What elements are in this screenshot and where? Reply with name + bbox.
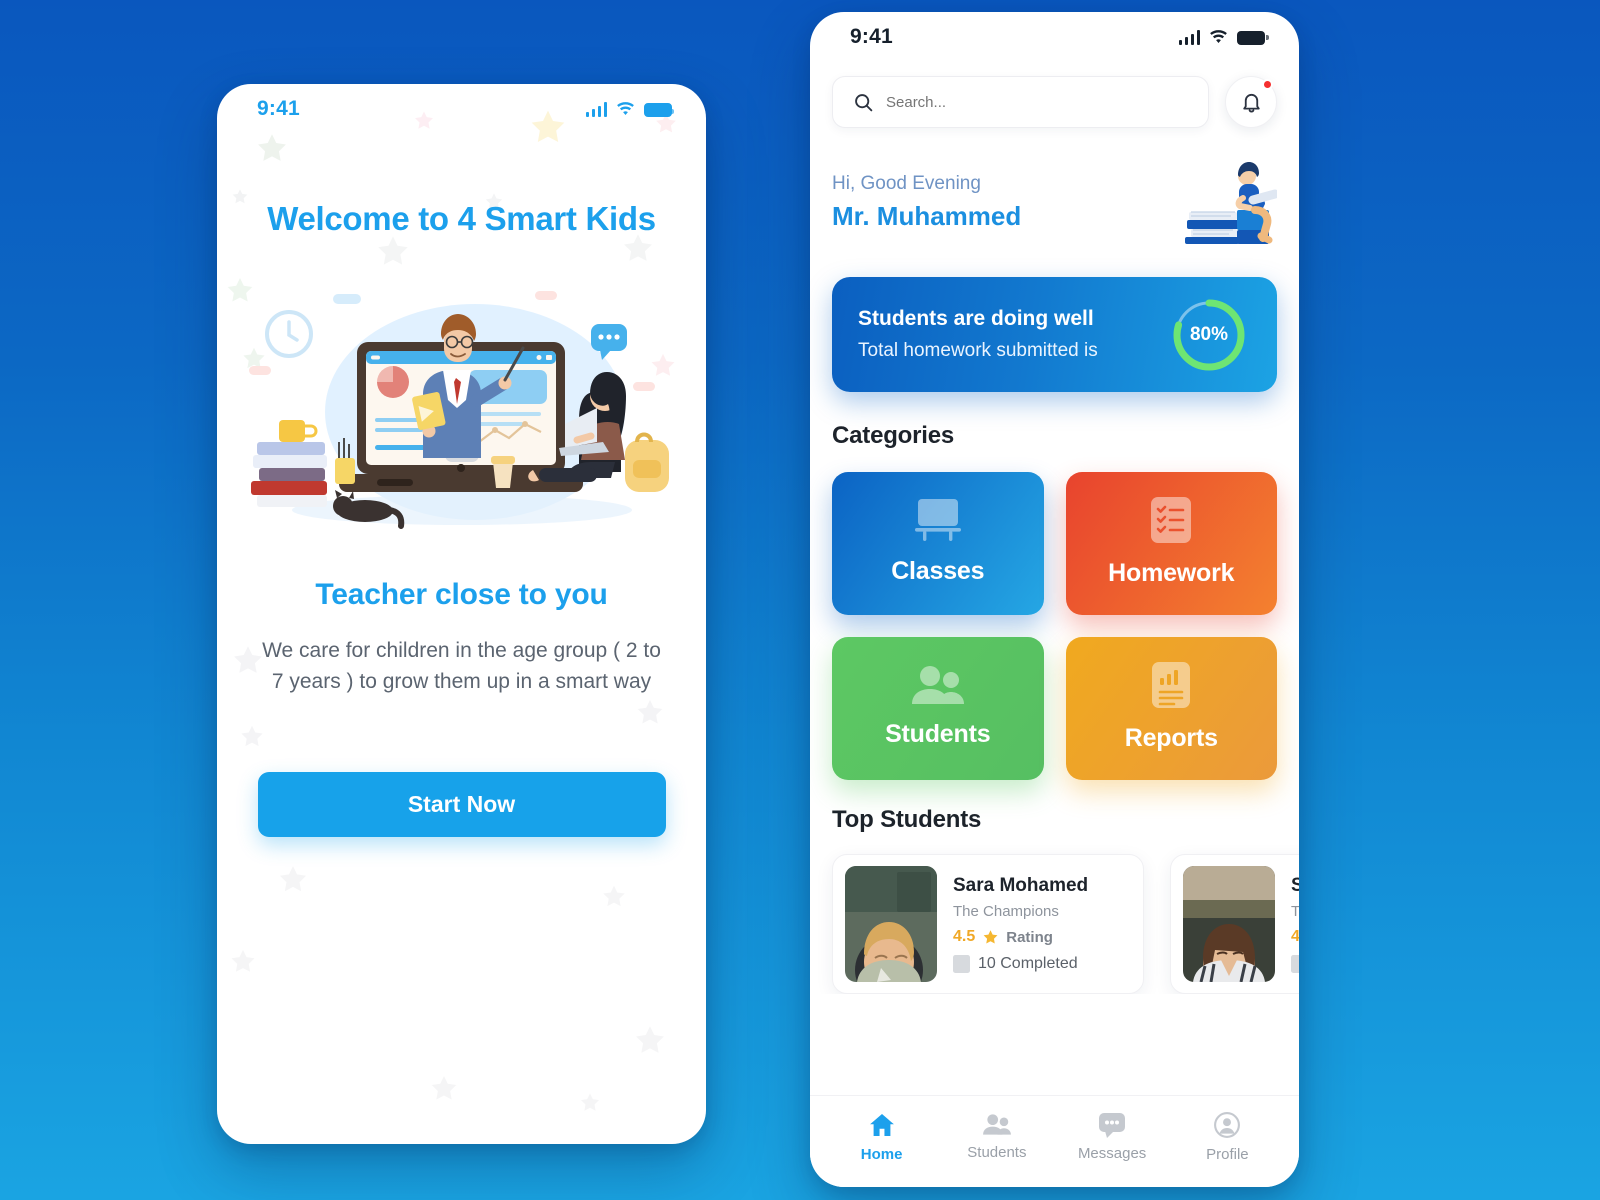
student-photo — [845, 866, 937, 982]
completed-label: 10 Completed — [978, 955, 1078, 972]
rating-value: 4.5 — [953, 928, 976, 945]
category-tile-classes[interactable]: Classes — [832, 472, 1044, 615]
whiteboard-icon — [912, 497, 964, 548]
welcome-phone-screen: 9:41 Welcome to 4 Smart Kids Teacher clo… — [217, 84, 706, 1144]
chat-icon — [1099, 1112, 1126, 1138]
status-bar: 9:41 — [810, 12, 1299, 62]
student-team: The Champions — [1291, 903, 1299, 920]
checklist-icon — [1148, 495, 1194, 550]
top-students-list[interactable]: Sara Mohamed The Champions 4.5 Rating 10… — [810, 834, 1299, 994]
student-rating: 4.5 Rating — [1291, 928, 1299, 946]
student-card[interactable]: Sara Mohamed The Champions 4.5 Rating 10… — [832, 854, 1144, 994]
tab-label: Home — [860, 1145, 903, 1163]
search-input[interactable] — [886, 93, 1188, 111]
homework-progress-card[interactable]: Students are doing well Total homework s… — [832, 277, 1277, 392]
greeting-salutation: Hi, Good Evening — [832, 173, 981, 194]
wifi-icon — [1209, 29, 1228, 45]
start-now-button[interactable]: Start Now — [257, 771, 666, 837]
grid-icon — [953, 955, 970, 973]
home-phone-screen: 9:41 Search... Hi, Good Evening Mr. Muha… — [810, 12, 1299, 1187]
battery-icon — [644, 102, 674, 117]
category-label: Classes — [891, 557, 985, 585]
category-tile-homework[interactable]: Homework — [1065, 472, 1277, 615]
student-completed: 10 Completed — [953, 955, 1088, 973]
tab-label: Profile — [1206, 1145, 1249, 1163]
student-name: Sara Mohamed — [953, 875, 1089, 896]
status-icons — [585, 101, 674, 117]
student-rating: 4.5 Rating — [953, 928, 1088, 946]
status-time: 9:41 — [850, 25, 893, 48]
status-time: 9:41 — [257, 97, 300, 120]
student-photo — [1183, 866, 1275, 982]
tab-label: Messages — [1077, 1144, 1147, 1162]
rating-value: 4.5 — [1291, 928, 1299, 945]
star-background-pattern — [217, 84, 706, 1144]
cellular-bars-icon — [585, 102, 607, 117]
grid-icon — [1291, 955, 1299, 973]
battery-icon — [1237, 30, 1269, 45]
tab-students[interactable]: Students — [952, 1112, 1042, 1161]
student-name: Sara Mohamed — [1291, 875, 1299, 896]
progress-ring: 80% — [1171, 297, 1247, 373]
bottom-tab-bar: Home Students Messages Profile — [810, 1095, 1299, 1187]
user-name: Mr. Muhammed — [832, 201, 1022, 231]
page-title: Welcome to 4 Smart Kids — [267, 200, 656, 237]
people-icon — [910, 664, 966, 711]
student-team: The Champions — [953, 903, 1059, 920]
search-box[interactable] — [832, 76, 1209, 128]
report-chart-icon — [1148, 660, 1194, 715]
notification-button[interactable] — [1225, 76, 1277, 128]
tab-label: Students — [967, 1144, 1027, 1161]
greeting-row: Hi, Good Evening Mr. Muhammed — [810, 128, 1299, 251]
progress-card-subtitle: Total homework submitted is — [858, 340, 1098, 361]
status-bar: 9:41 — [217, 84, 706, 134]
progress-card-title: Students are doing well — [858, 307, 1094, 330]
status-icons — [1178, 29, 1269, 45]
online-teaching-illustration — [217, 282, 706, 532]
cellular-bars-icon — [1178, 30, 1200, 45]
student-card[interactable]: Sara Mohamed The Champions 4.5 Rating 10… — [1170, 854, 1299, 994]
profile-icon — [1214, 1111, 1241, 1138]
home-content: Hi, Good Evening Mr. Muhammed — [810, 62, 1299, 1095]
top-students-title: Top Students — [832, 806, 982, 833]
progress-percent-label: 80% — [1189, 323, 1229, 345]
categories-title: Categories — [832, 422, 955, 449]
search-icon — [855, 93, 873, 111]
search-row — [810, 62, 1299, 128]
student-on-books-illustration — [1181, 154, 1280, 251]
bell-icon — [1242, 93, 1260, 112]
tab-home[interactable]: Home — [837, 1111, 927, 1163]
categories-grid: Classes Homework Students Reports — [810, 450, 1299, 780]
student-completed: 10 Completed — [1291, 955, 1299, 973]
home-icon — [869, 1113, 894, 1136]
description-text: We care for children in the age group ( … — [262, 639, 661, 693]
star-icon — [983, 929, 998, 943]
category-label: Reports — [1124, 724, 1218, 752]
tab-messages[interactable]: Messages — [1067, 1112, 1157, 1162]
category-label: Students — [885, 720, 991, 748]
rating-label: Rating — [1006, 928, 1053, 946]
wifi-icon — [616, 101, 635, 117]
subtitle: Teacher close to you — [315, 578, 608, 611]
people-icon — [982, 1114, 1011, 1135]
category-tile-students[interactable]: Students — [832, 637, 1044, 780]
category-tile-reports[interactable]: Reports — [1065, 637, 1277, 780]
tab-profile[interactable]: Profile — [1182, 1111, 1272, 1163]
category-label: Homework — [1108, 559, 1235, 587]
notification-badge-dot — [1262, 79, 1273, 90]
